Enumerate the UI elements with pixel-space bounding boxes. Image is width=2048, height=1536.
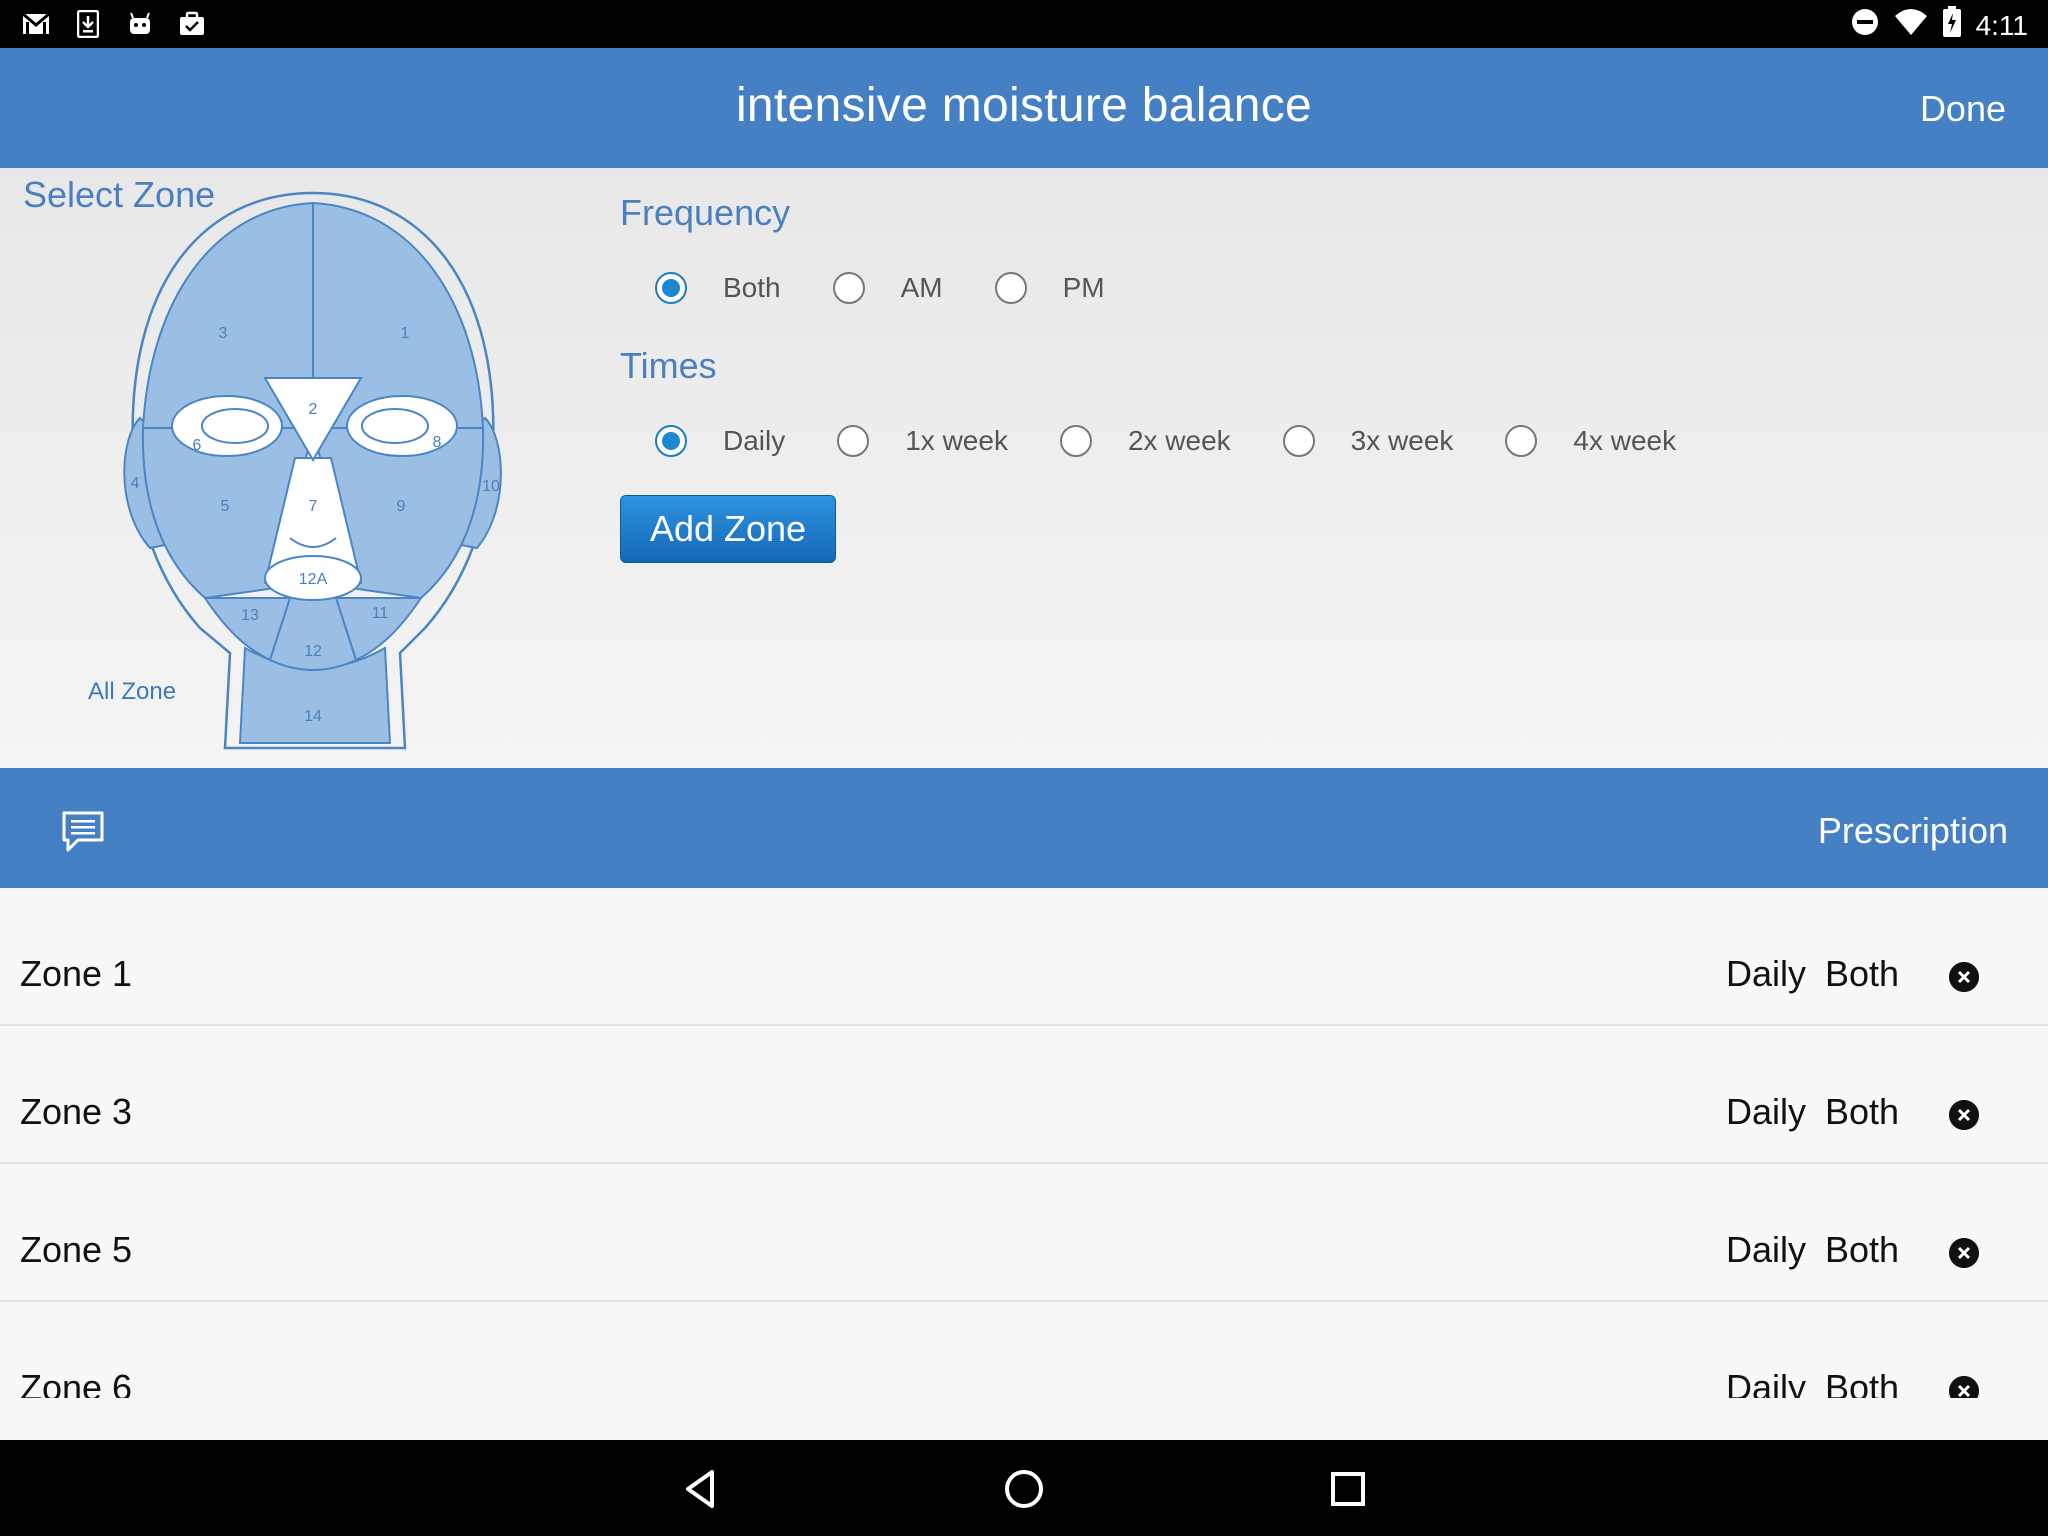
battery-charging-icon	[1942, 6, 1962, 45]
navigation-bar	[0, 1440, 2048, 1536]
add-zone-button[interactable]: Add Zone	[620, 495, 836, 563]
zone-label-5: 5	[221, 498, 230, 515]
times-label: Times	[620, 345, 717, 386]
zone-label-10: 10	[482, 478, 500, 495]
do-not-disturb-icon	[1850, 7, 1880, 44]
zone-frequency: Both	[1825, 953, 1900, 994]
radio-button[interactable]	[655, 272, 687, 304]
radio-button[interactable]	[1059, 425, 1092, 457]
frequency-option-pm[interactable]: PM	[994, 272, 1105, 304]
zone-label-13: 13	[241, 607, 259, 624]
frequency-options: Both AM PM	[655, 272, 1157, 304]
zone-label-7: 7	[309, 498, 318, 515]
radio-button[interactable]	[1505, 425, 1538, 457]
zone-name: Zone 5	[20, 1229, 133, 1270]
list-clip	[0, 1398, 2048, 1440]
times-option-3x-week[interactable]: 3x week	[1282, 425, 1454, 457]
times-option-2x-week[interactable]: 2x week	[1059, 425, 1231, 457]
zone-frequency: Both	[1825, 1229, 1900, 1270]
zone-label-9: 9	[397, 498, 406, 515]
status-bar: 4:11	[0, 0, 2048, 48]
done-button[interactable]: Done	[1920, 88, 2006, 130]
radio-label: 4x week	[1573, 425, 1677, 456]
back-icon[interactable]	[676, 1464, 726, 1514]
download-icon	[74, 10, 102, 38]
page-title: intensive moisture balance	[735, 79, 1313, 132]
times-option-1x-week[interactable]: 1x week	[837, 425, 1008, 457]
radio-label: AM	[900, 272, 943, 303]
times-options: Daily 1x week 2x week 3x week 4x week	[655, 425, 1728, 457]
radio-button[interactable]	[1282, 425, 1315, 457]
zone-label-3: 3	[219, 325, 228, 342]
radio-label: Both	[723, 272, 781, 303]
zone-label-12: 12	[304, 643, 322, 660]
zone-label-8: 8	[433, 434, 442, 451]
times-option-4x-week[interactable]: 4x week	[1505, 425, 1676, 457]
face-zone-map: 1 2 3 4 5 6 7 8 9 10 11 12 12A 13 14	[123, 191, 502, 750]
list-item: Zone 1 Daily Both	[0, 888, 2048, 1026]
android-icon	[126, 10, 154, 38]
radio-button[interactable]	[837, 425, 870, 457]
clipboard-check-icon	[178, 10, 206, 38]
notification-icons	[22, 10, 206, 38]
zone-frequency: Both	[1825, 1091, 1900, 1132]
clock: 4:11	[1975, 9, 2028, 41]
remove-icon[interactable]	[1949, 1100, 1979, 1130]
radio-button[interactable]	[832, 272, 865, 304]
zone-label-4: 4	[131, 475, 140, 492]
all-zone-link[interactable]: All Zone	[88, 678, 176, 706]
radio-button[interactable]	[994, 272, 1027, 304]
zone-label-14: 14	[304, 708, 322, 725]
zone-times: Daily	[1726, 1229, 1807, 1270]
status-right: 4:11	[1850, 6, 2028, 45]
remove-icon[interactable]	[1949, 1238, 1979, 1268]
radio-label: Daily	[723, 425, 786, 456]
prescription-list: Zone 1 Daily Both Zone 3 Daily Both Zone…	[0, 888, 2048, 1440]
radio-label: 3x week	[1350, 425, 1454, 456]
zone-label-6: 6	[193, 437, 202, 454]
radio-label: 2x week	[1127, 425, 1231, 456]
zone-label-11: 11	[372, 605, 389, 622]
zone-times: Daily	[1726, 1091, 1807, 1132]
list-item: Zone 3 Daily Both	[0, 1026, 2048, 1164]
zone-name: Zone 3	[20, 1091, 133, 1132]
times-option-daily[interactable]: Daily	[655, 425, 785, 457]
radio-label: PM	[1062, 272, 1105, 303]
zone-label-1: 1	[401, 325, 410, 342]
wifi-icon	[1894, 8, 1928, 43]
home-icon[interactable]	[999, 1464, 1049, 1514]
left-eye	[201, 408, 269, 444]
prescription-title: Prescription	[1817, 810, 2008, 851]
gmail-icon	[22, 10, 50, 38]
zone-times: Daily	[1726, 953, 1807, 994]
zone-label-12a: 12A	[299, 571, 328, 588]
radio-button[interactable]	[655, 425, 687, 457]
recents-icon[interactable]	[1323, 1464, 1373, 1514]
app-bar: intensive moisture balance Done	[0, 48, 2048, 168]
radio-label: 1x week	[905, 425, 1008, 456]
remove-icon[interactable]	[1949, 962, 1979, 992]
zone-label-2: 2	[309, 401, 318, 418]
frequency-option-am[interactable]: AM	[832, 272, 943, 304]
prescription-bar: Prescription	[0, 768, 2048, 888]
chat-message-icon[interactable]	[60, 810, 106, 854]
zone-name: Zone 1	[20, 953, 133, 994]
frequency-option-both[interactable]: Both	[655, 272, 781, 304]
frequency-label: Frequency	[620, 192, 791, 233]
right-eye	[361, 408, 429, 444]
list-item: Zone 5 Daily Both	[0, 1164, 2048, 1302]
